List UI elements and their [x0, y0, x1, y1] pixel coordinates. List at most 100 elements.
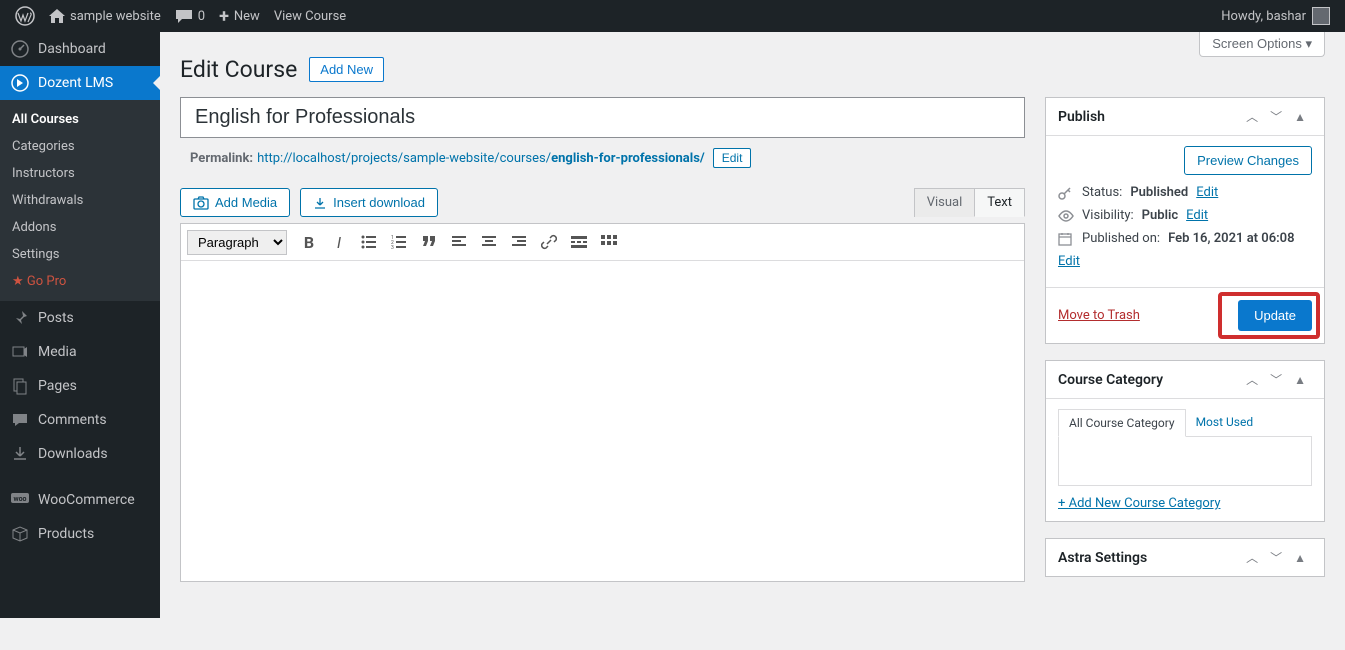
submenu-addons[interactable]: Addons — [0, 214, 160, 241]
visibility-edit-link[interactable]: Edit — [1186, 208, 1208, 223]
move-to-trash-link[interactable]: Move to Trash — [1058, 308, 1140, 323]
permalink-link[interactable]: http://localhost/projects/sample-website… — [257, 151, 705, 166]
panel-toggle-icon[interactable]: ▲ — [1288, 551, 1312, 565]
align-left-button[interactable] — [445, 228, 473, 256]
bold-button[interactable]: B — [295, 228, 323, 256]
submenu-settings[interactable]: Settings — [0, 241, 160, 268]
bullet-list-button[interactable] — [355, 228, 383, 256]
menu-woocommerce[interactable]: woo WooCommerce — [0, 483, 160, 517]
downloads-icon — [10, 444, 30, 464]
submenu-dozent: All Courses Categories Instructors Withd… — [0, 100, 160, 301]
panel-down-icon[interactable]: ﹀ — [1264, 108, 1288, 125]
category-list[interactable] — [1058, 436, 1312, 486]
submenu-categories[interactable]: Categories — [0, 133, 160, 160]
update-button[interactable]: Update — [1238, 300, 1312, 331]
cat-tab-most-used[interactable]: Most Used — [1186, 409, 1264, 437]
site-name-link[interactable]: sample website — [42, 0, 168, 32]
add-new-button[interactable]: Add New — [309, 57, 384, 82]
submenu-go-pro[interactable]: Go Pro — [0, 268, 160, 295]
calendar-icon — [1058, 232, 1074, 246]
link-button[interactable] — [535, 228, 563, 256]
menu-dozent-lms[interactable]: Dozent LMS — [0, 66, 160, 100]
submenu-all-courses[interactable]: All Courses — [0, 106, 160, 133]
panel-up-icon[interactable]: ︿ — [1240, 108, 1264, 125]
howdy-link[interactable]: Howdy, bashar — [1214, 0, 1337, 32]
view-course-link[interactable]: View Course — [267, 0, 353, 32]
category-metabox: Course Category ︿ ﹀ ▲ All Course Categor… — [1045, 360, 1325, 522]
toolbar-toggle-button[interactable] — [595, 228, 623, 256]
submenu-withdrawals[interactable]: Withdrawals — [0, 187, 160, 214]
publish-metabox: Publish ︿ ﹀ ▲ Preview Changes Status: Pu… — [1045, 97, 1325, 344]
panel-toggle-icon[interactable]: ▲ — [1288, 373, 1312, 387]
panel-toggle-icon[interactable]: ▲ — [1288, 110, 1312, 124]
align-center-button[interactable] — [475, 228, 503, 256]
menu-comments[interactable]: Comments — [0, 403, 160, 437]
media-icon — [10, 342, 30, 362]
editor-tabs: Visual Text — [914, 188, 1025, 217]
status-value: Published — [1130, 185, 1188, 200]
content-area: Screen Options ▾ Edit Course Add New Per… — [160, 32, 1345, 602]
text-tab[interactable]: Text — [974, 188, 1025, 217]
menu-media[interactable]: Media — [0, 335, 160, 369]
comments-icon — [10, 410, 30, 430]
site-name: sample website — [70, 9, 161, 24]
category-heading: Course Category — [1058, 372, 1240, 388]
svg-text:woo: woo — [13, 495, 26, 503]
readmore-button[interactable] — [565, 228, 593, 256]
align-right-button[interactable] — [505, 228, 533, 256]
submenu-instructors[interactable]: Instructors — [0, 160, 160, 187]
new-label: New — [234, 9, 260, 24]
new-link[interactable]: + New — [212, 0, 267, 32]
add-media-button[interactable]: Add Media — [180, 188, 290, 217]
number-list-button[interactable]: 123 — [385, 228, 413, 256]
panel-up-icon[interactable]: ︿ — [1240, 371, 1264, 388]
insert-download-button[interactable]: Insert download — [300, 188, 438, 217]
editor-body[interactable] — [181, 261, 1024, 581]
wordpress-icon — [15, 6, 35, 26]
status-label: Status: — [1082, 185, 1122, 200]
wp-logo-menu[interactable] — [8, 0, 42, 32]
home-icon — [49, 9, 70, 23]
avatar-icon — [1312, 7, 1330, 25]
panel-up-icon[interactable]: ︿ — [1240, 549, 1264, 566]
key-icon — [1058, 186, 1074, 200]
permalink-label: Permalink: — [190, 151, 253, 166]
panel-down-icon[interactable]: ﹀ — [1264, 549, 1288, 566]
menu-downloads[interactable]: Downloads — [0, 437, 160, 471]
course-title-input[interactable] — [180, 97, 1025, 138]
menu-pages[interactable]: Pages — [0, 369, 160, 403]
dashboard-icon — [10, 39, 30, 59]
comments-count: 0 — [198, 9, 205, 24]
cat-tab-all[interactable]: All Course Category — [1058, 409, 1186, 437]
screen-options-wrap: Screen Options ▾ — [1199, 32, 1325, 57]
visual-tab[interactable]: Visual — [914, 188, 975, 217]
woocommerce-icon: woo — [10, 490, 30, 510]
editor-container: Paragraph B I 123 — [180, 223, 1025, 582]
admin-bar: sample website 0 + New View Course Howdy… — [0, 0, 1345, 32]
download-small-icon — [313, 196, 327, 210]
blockquote-button[interactable] — [415, 228, 443, 256]
add-new-category-link[interactable]: + Add New Course Category — [1058, 496, 1312, 511]
dozent-icon — [10, 73, 30, 93]
comment-icon — [175, 9, 198, 24]
visibility-label: Visibility: — [1082, 208, 1134, 223]
eye-icon — [1058, 210, 1074, 222]
media-camera-icon — [193, 196, 209, 210]
page-heading: Edit Course — [180, 56, 297, 83]
menu-dashboard[interactable]: Dashboard — [0, 32, 160, 66]
svg-text:3: 3 — [391, 245, 394, 249]
plus-icon: + — [219, 6, 229, 27]
menu-posts[interactable]: Posts — [0, 301, 160, 335]
admin-sidebar: Dashboard Dozent LMS All Courses Categor… — [0, 32, 160, 618]
published-value: Feb 16, 2021 at 06:08 — [1168, 231, 1294, 246]
preview-changes-button[interactable]: Preview Changes — [1184, 146, 1312, 175]
italic-button[interactable]: I — [325, 228, 353, 256]
menu-products[interactable]: Products — [0, 517, 160, 551]
screen-options-button[interactable]: Screen Options ▾ — [1199, 32, 1325, 57]
published-edit-link[interactable]: Edit — [1058, 254, 1080, 269]
edit-slug-button[interactable]: Edit — [713, 148, 752, 168]
comments-link[interactable]: 0 — [168, 0, 212, 32]
format-select[interactable]: Paragraph — [187, 230, 287, 255]
panel-down-icon[interactable]: ﹀ — [1264, 371, 1288, 388]
status-edit-link[interactable]: Edit — [1196, 185, 1218, 200]
